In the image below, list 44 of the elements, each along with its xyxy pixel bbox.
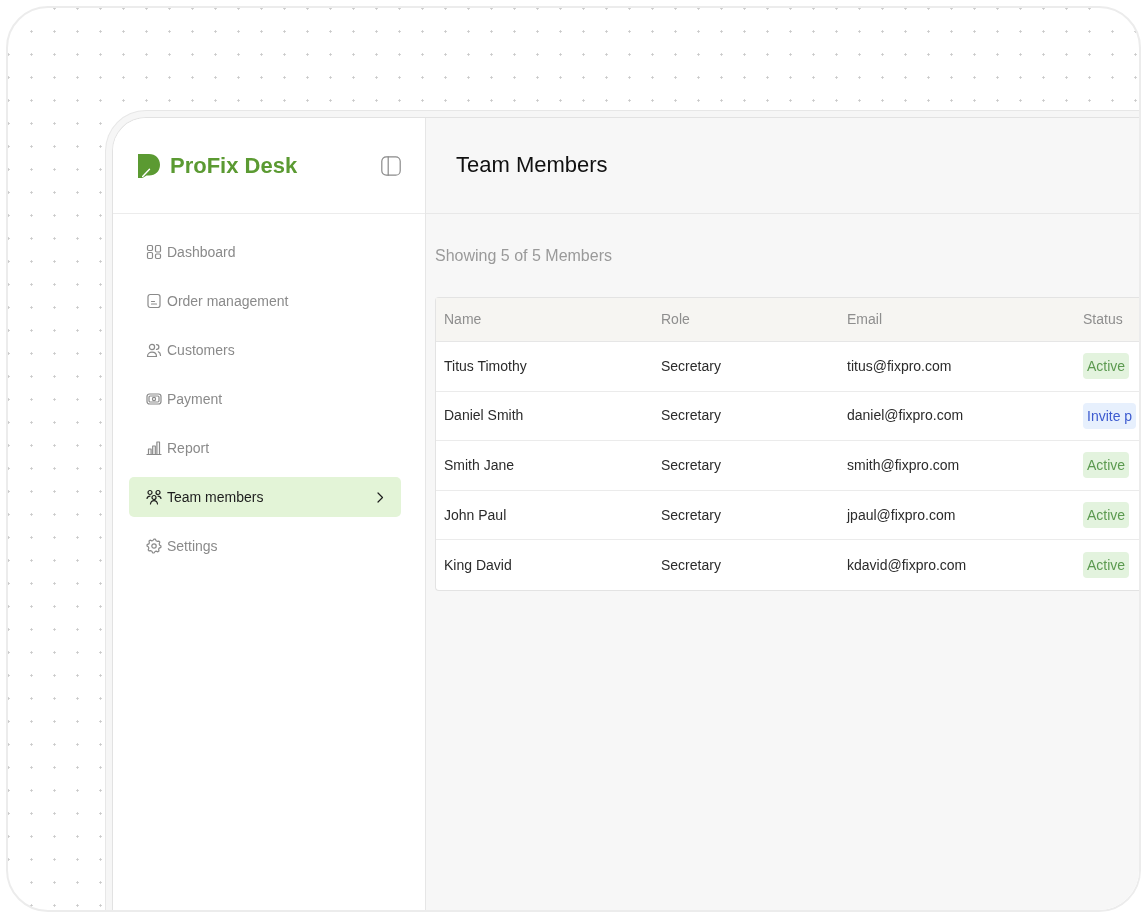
table-cell-text: jpaul@fixpro.com	[845, 505, 957, 525]
table-cell-text: King David	[443, 555, 513, 575]
column-header: Status	[1082, 310, 1124, 329]
column-header: Name	[443, 310, 483, 329]
table-cell-text: Secretary	[660, 456, 722, 475]
group-icon	[146, 489, 162, 505]
nav-item[interactable]: Settings	[129, 526, 401, 566]
chevron-right-icon	[377, 491, 384, 503]
status-tag: Active	[1083, 353, 1130, 380]
table-cell-text: Secretary	[660, 505, 722, 525]
column-header: Email	[846, 310, 883, 329]
table-cell-text: Secretary	[660, 406, 722, 426]
document-icon	[146, 293, 162, 309]
table-cell-text: Secretary	[660, 356, 722, 376]
grid-icon	[146, 244, 162, 260]
nav-item[interactable]: Payment	[129, 379, 401, 419]
table-cell-text: daniel@fixpro.com	[846, 406, 965, 426]
status-tag: Invite p	[1083, 402, 1137, 429]
member-count-text: Showing 5 of 5 Members	[435, 246, 613, 266]
bar-chart-icon	[146, 440, 162, 456]
nav-item[interactable]: Report	[129, 428, 401, 468]
banknote-icon	[146, 391, 162, 407]
table-cell-text: Daniel Smith	[443, 406, 525, 426]
users-icon	[146, 342, 162, 358]
brand-name: ProFix Desk	[170, 152, 298, 180]
column-header: Role	[660, 310, 691, 329]
table-cell-text: Smith Jane	[443, 456, 516, 475]
table-cell-text: Secretary	[660, 555, 722, 575]
nav-item[interactable]: Order management	[129, 281, 401, 321]
table-cell-text: kdavid@fixpro.com	[846, 555, 968, 575]
status-tag: Active	[1083, 502, 1130, 529]
table-cell-text: John Paul	[443, 505, 508, 525]
nav-item[interactable]: Dashboard	[129, 232, 401, 272]
sidebar-toggle-icon[interactable]	[381, 155, 401, 176]
settings-icon	[146, 538, 162, 554]
status-tag: Active	[1083, 452, 1130, 479]
table-cell-text: smith@fixpro.com	[846, 456, 961, 475]
logo-icon	[138, 153, 160, 178]
nav-item[interactable]: Team members	[129, 477, 401, 517]
table-cell-text: titus@fixpro.com	[846, 356, 953, 376]
status-tag: Active	[1083, 552, 1130, 579]
table-cell-text: Titus Timothy	[443, 356, 528, 376]
page-title: Team Members	[456, 152, 608, 179]
nav-item[interactable]: Customers	[129, 330, 401, 370]
